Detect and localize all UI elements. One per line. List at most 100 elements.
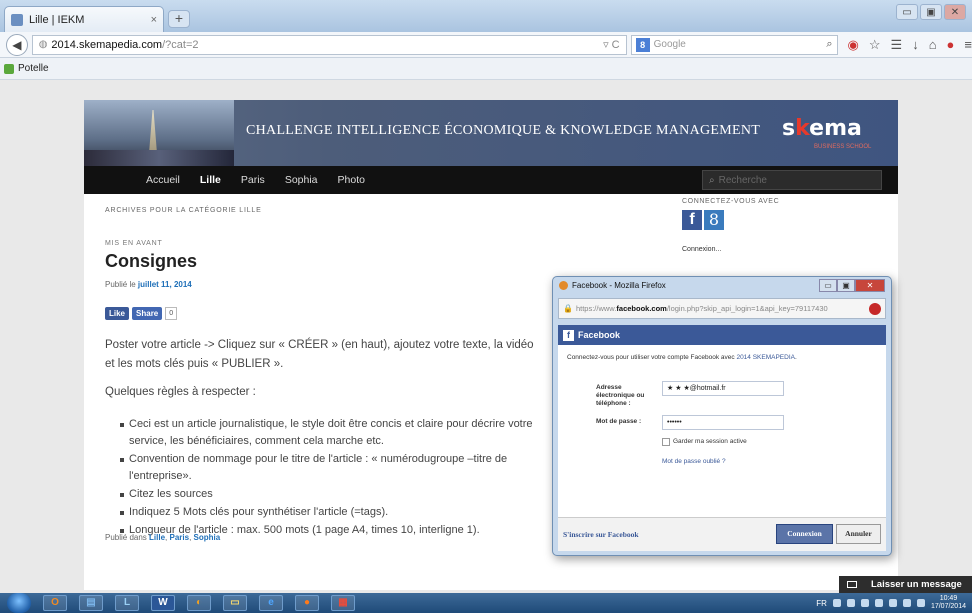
- menu-item-photo[interactable]: Photo: [338, 174, 365, 186]
- popup-url-rest: /login.php?skip_api_login=1&api_key=7911…: [666, 304, 828, 313]
- address-bar[interactable]: ◍ 2014.skemapedia.com/?cat=2 ▿ C: [31, 34, 627, 55]
- popup-address-bar[interactable]: 🔒 https://www. facebook.com/login.php?ski…: [558, 298, 886, 319]
- menu-item-accueil[interactable]: Accueil: [146, 174, 180, 186]
- register-link[interactable]: S'inscrire sur Facebook: [563, 530, 639, 539]
- popup-minimize-button[interactable]: ▭: [819, 279, 837, 292]
- archive-label: ARCHIVES POUR LA CATÉGORIE LILLE: [105, 207, 262, 214]
- menu-item-sophia[interactable]: Sophia: [285, 174, 318, 186]
- category-link-lille[interactable]: Lille: [149, 533, 165, 542]
- search-icon[interactable]: ⌕: [826, 38, 832, 51]
- google-icon[interactable]: 8: [704, 210, 724, 230]
- list-item: Indiquez 5 Mots clés pour synthétiser l'…: [120, 504, 550, 521]
- category-link-paris[interactable]: Paris: [170, 533, 190, 542]
- logo-part: s: [782, 116, 796, 141]
- adblock-icon[interactable]: ◉: [848, 37, 859, 53]
- word-icon[interactable]: W: [151, 595, 175, 611]
- like-button[interactable]: Like: [105, 307, 130, 320]
- leave-message-button[interactable]: Laisser un message: [839, 576, 972, 593]
- bookmarks-bar: Potelle: [0, 58, 972, 80]
- login-footer: S'inscrire sur Facebook Connexion Annule…: [558, 517, 886, 551]
- tray-icon[interactable]: [860, 599, 869, 607]
- post-intro: Poster votre article -> Cliquez sur « CR…: [105, 339, 534, 370]
- reload-icon[interactable]: ▿ C: [603, 38, 620, 51]
- tray-icon[interactable]: [874, 599, 883, 607]
- menu-icon[interactable]: ≡: [964, 37, 972, 53]
- post-date[interactable]: juillet 11, 2014: [138, 280, 192, 289]
- explorer-icon[interactable]: ▤: [79, 595, 103, 611]
- facebook-header: f Facebook: [558, 325, 886, 345]
- tray-icon[interactable]: [888, 599, 897, 607]
- lync-icon[interactable]: L: [115, 595, 139, 611]
- clock[interactable]: 10:49 17/07/2014: [931, 595, 966, 611]
- bookmarks-menu-icon[interactable]: ☰: [891, 37, 903, 53]
- google-icon: 8: [635, 37, 650, 52]
- share-count: 0: [165, 307, 178, 320]
- social-buttons: Like Share 0: [105, 307, 178, 320]
- new-tab-button[interactable]: +: [168, 10, 190, 28]
- facebook-icon[interactable]: f: [682, 210, 702, 230]
- popup-titlebar: Facebook - Mozilla Firefox: [559, 281, 666, 290]
- start-button[interactable]: [7, 593, 31, 613]
- firefox-icon: [559, 281, 568, 290]
- logo-tagline: BUSINESS SCHOOL: [814, 144, 872, 150]
- bookmark-star-icon[interactable]: ☆: [869, 37, 881, 53]
- tray-icon[interactable]: [846, 599, 855, 607]
- back-button[interactable]: ◀: [6, 33, 28, 56]
- password-field[interactable]: ••••••: [662, 415, 784, 430]
- email-field[interactable]: ★ ★ ★@hotmail.fr: [662, 381, 784, 396]
- tab-title: Lille | IEKM: [29, 13, 85, 26]
- logo-part: ema: [809, 116, 862, 141]
- facebook-icon: f: [563, 329, 574, 341]
- tab-close-icon[interactable]: ×: [151, 14, 157, 26]
- popup-close-button[interactable]: ✕: [855, 279, 885, 292]
- site-search-input[interactable]: ⌕ Recherche: [702, 170, 882, 190]
- system-tray: FR 10:49 17/07/2014: [816, 595, 966, 611]
- bookmark-item[interactable]: Potelle: [18, 63, 49, 74]
- download-icon[interactable]: ↓: [912, 37, 919, 53]
- browser-titlebar: Lille | IEKM × + ▭ ▣ ✕: [0, 0, 972, 32]
- search-bar[interactable]: 8 Google ⌕: [630, 34, 838, 55]
- firefox-icon[interactable]: ●: [295, 595, 319, 611]
- connect-label: CONNECTEZ-VOUS AVEC: [682, 198, 780, 205]
- forgot-password-link[interactable]: Mot de passe oublié ?: [662, 458, 726, 465]
- post-title[interactable]: Consignes: [105, 251, 197, 272]
- city-skyline-shape: [84, 150, 234, 166]
- internet-explorer-icon[interactable]: e: [259, 595, 283, 611]
- list-item: Citez les sources: [120, 486, 550, 503]
- rules-list: Ceci est un article journalistique, le s…: [120, 416, 550, 540]
- minimize-button[interactable]: ▭: [896, 4, 918, 20]
- tray-icon[interactable]: [832, 599, 841, 607]
- email-label: Adresse électronique ou téléphone :: [596, 384, 645, 407]
- addon-icon[interactable]: ●: [947, 37, 955, 53]
- popup-maximize-button[interactable]: ▣: [837, 279, 855, 292]
- connexion-status: Connexion...: [682, 246, 722, 253]
- folder-icon[interactable]: ▭: [223, 595, 247, 611]
- app-name-link[interactable]: 2014 SKEMAPEDIA: [736, 354, 795, 361]
- browser-tab[interactable]: Lille | IEKM ×: [4, 6, 164, 32]
- media-player-icon[interactable]: ◐: [187, 595, 211, 611]
- menu-item-paris[interactable]: Paris: [241, 174, 265, 186]
- stop-icon[interactable]: [869, 303, 881, 315]
- login-button[interactable]: Connexion: [776, 524, 833, 544]
- facebook-login-window: Facebook - Mozilla Firefox ▭ ▣ ✕ 🔒 https…: [552, 276, 892, 556]
- clock-date: 17/07/2014: [930, 603, 966, 610]
- site-banner: CHALLENGE INTELLIGENCE ÉCONOMIQUE & KNOW…: [84, 100, 898, 166]
- keep-session-label[interactable]: Garder ma session active: [673, 438, 747, 445]
- volume-icon[interactable]: [916, 599, 925, 607]
- search-icon: ⌕: [709, 174, 715, 186]
- cancel-button[interactable]: Annuler: [836, 524, 881, 544]
- close-button[interactable]: ✕: [944, 4, 966, 20]
- paint-icon[interactable]: ▦: [331, 595, 355, 611]
- share-button[interactable]: Share: [132, 307, 163, 320]
- skema-logo[interactable]: skema: [782, 116, 862, 141]
- home-icon[interactable]: ⌂: [929, 37, 937, 53]
- menu-item-lille[interactable]: Lille: [200, 174, 221, 186]
- category-link-sophia[interactable]: Sophia: [194, 533, 221, 542]
- language-indicator[interactable]: FR: [816, 599, 827, 608]
- outlook-icon[interactable]: O: [43, 595, 67, 611]
- keep-session-checkbox[interactable]: [662, 438, 670, 446]
- post-categories: Publié dans Lille, Paris, Sophia: [105, 533, 221, 542]
- meta-prefix: Publié le: [105, 280, 138, 289]
- network-icon[interactable]: [902, 599, 911, 607]
- maximize-button[interactable]: ▣: [920, 4, 942, 20]
